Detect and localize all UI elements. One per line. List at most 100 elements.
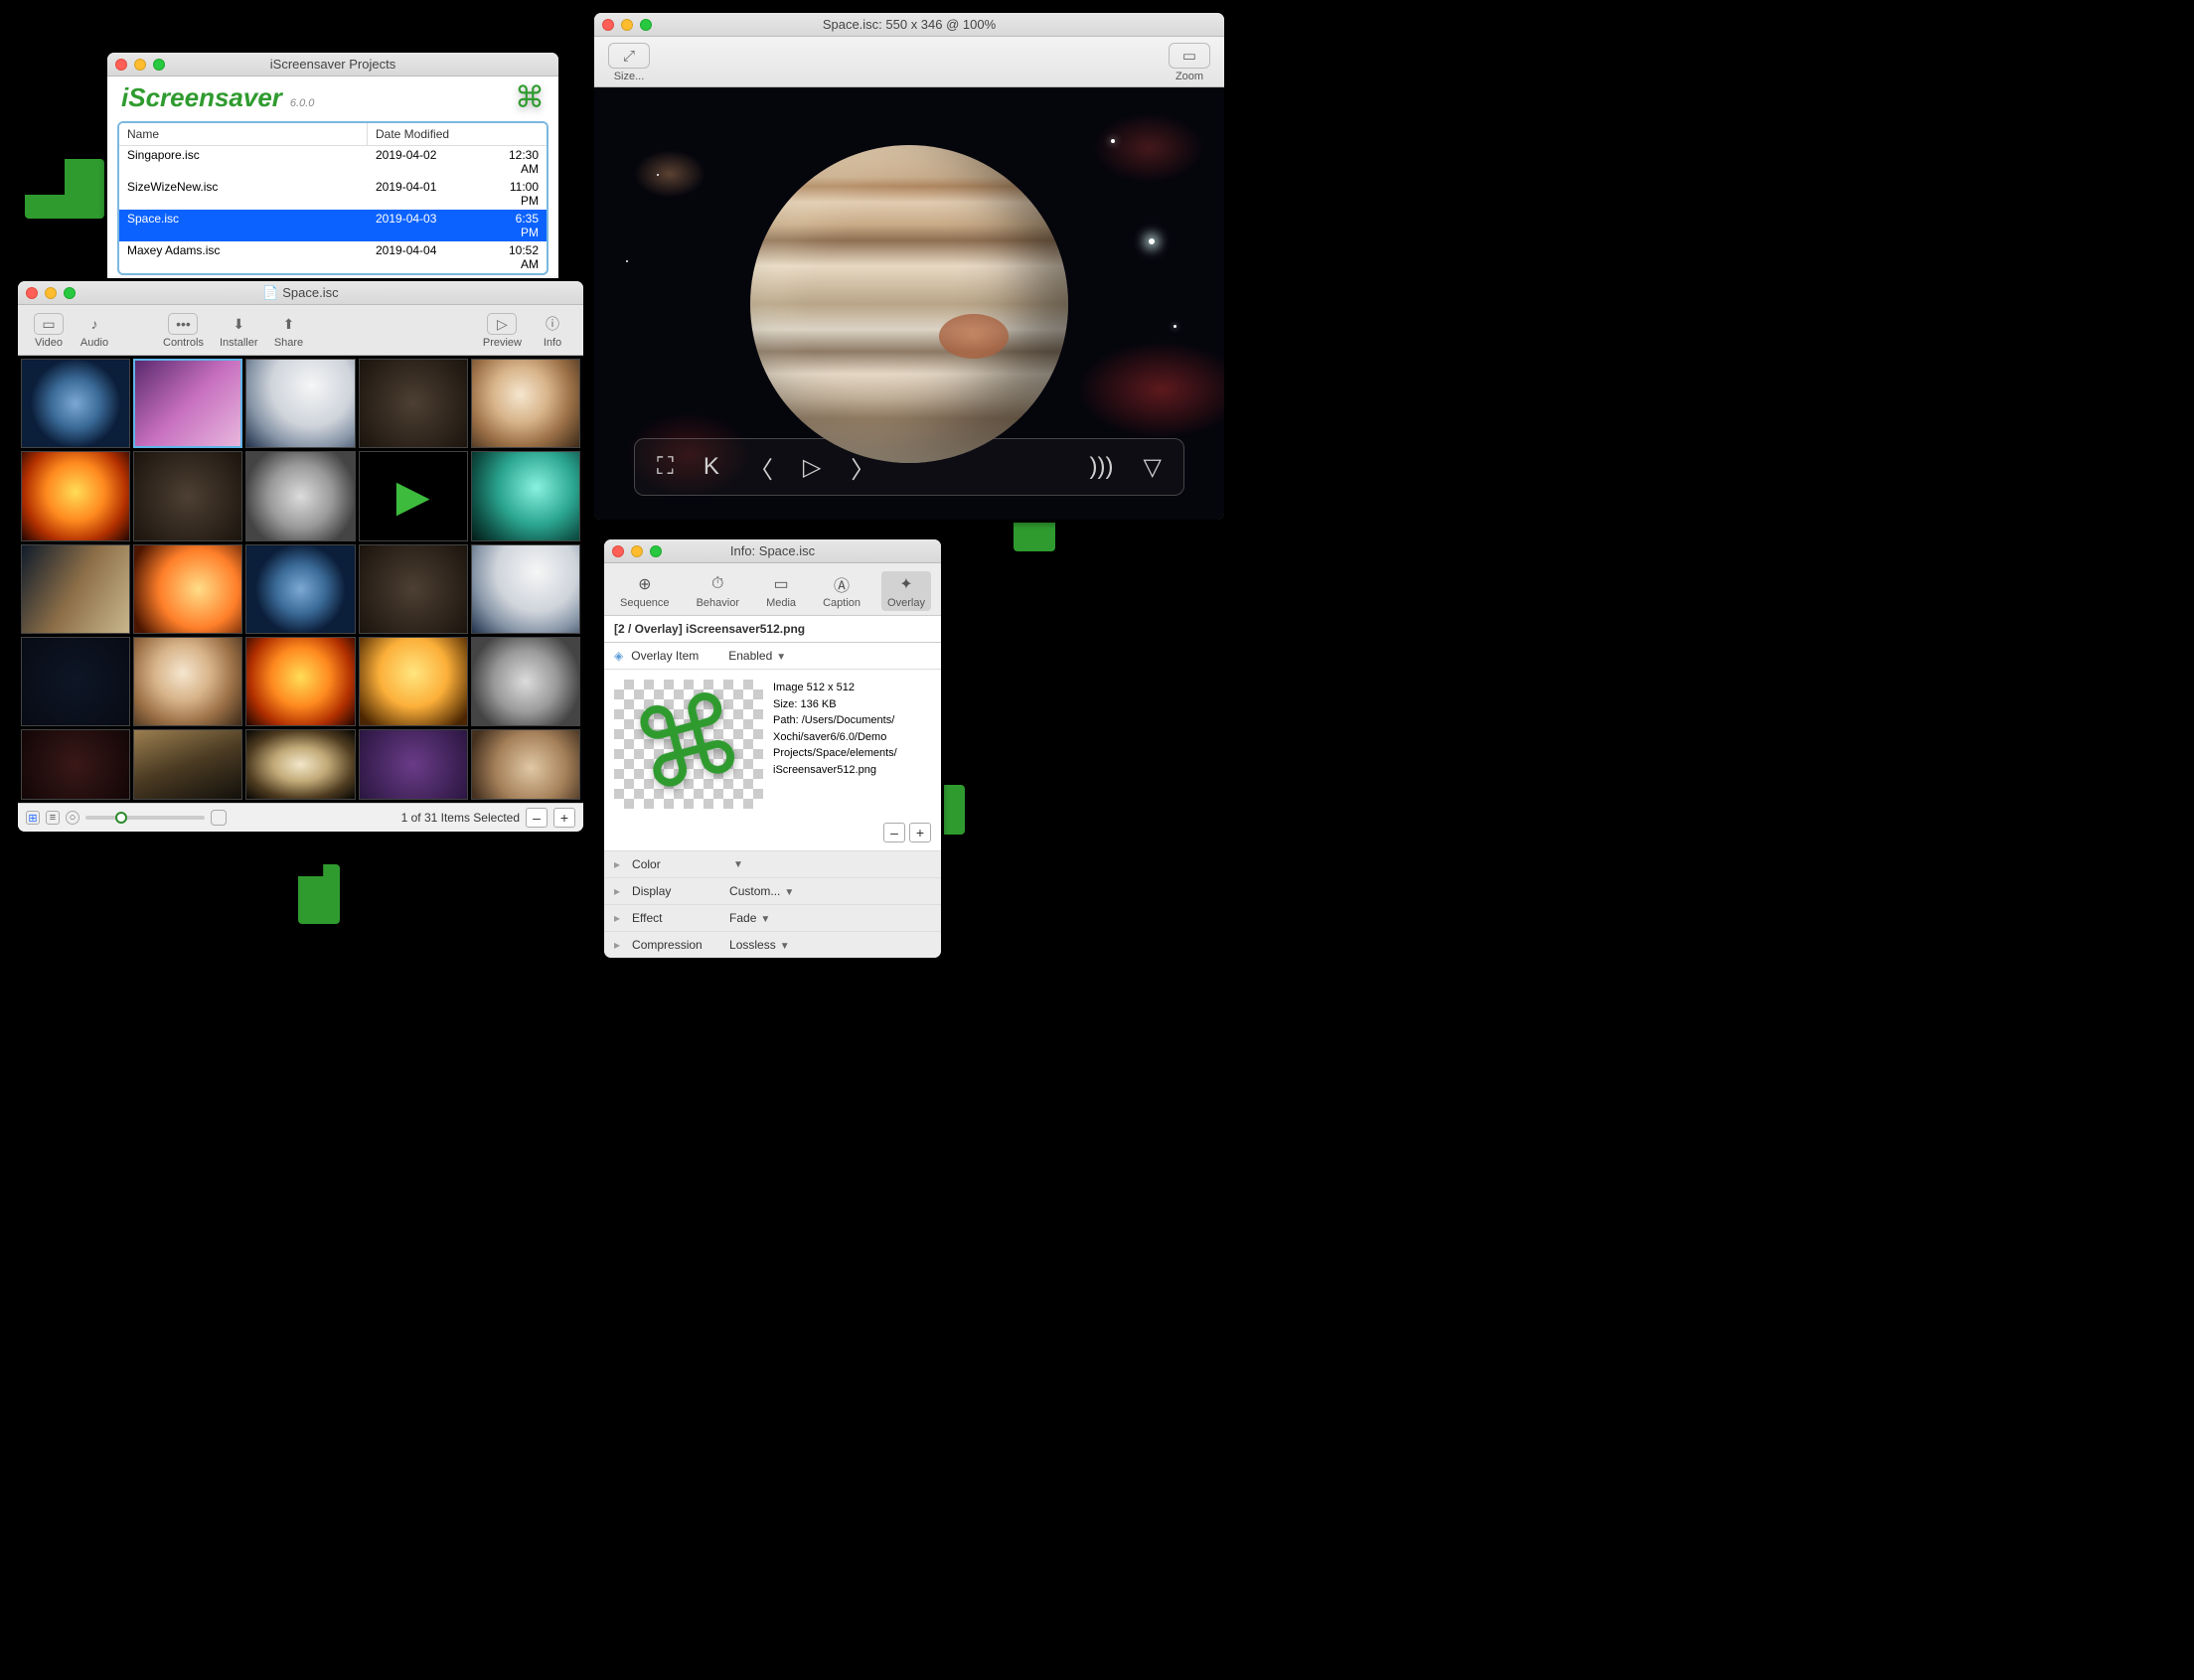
thumbnail[interactable]: crop_p_color2_enhanced_release-crop.png xyxy=(471,359,580,448)
tab-controls[interactable]: •••Controls xyxy=(157,311,210,351)
titlebar[interactable]: Space.isc: 550 x 346 @ 100% xyxy=(594,13,1224,37)
step-marker xyxy=(298,864,340,924)
status-bar: ⊞ ≡ ○ 1 of 31 Items Selected – + xyxy=(18,803,583,832)
fullscreen-icon[interactable]: ⛶ xyxy=(657,453,674,481)
thumbnail[interactable]: crop_p_color2_enhanced_release-crop.png xyxy=(133,637,242,726)
minimize-icon[interactable] xyxy=(134,59,146,71)
tab-caption[interactable]: ⒶCaption xyxy=(817,571,866,611)
tab-video[interactable]: ▭Video xyxy=(28,311,70,351)
thumbnail[interactable]: opo0006a.tif xyxy=(133,451,242,540)
add-button[interactable]: + xyxy=(553,808,575,828)
project-row[interactable]: SizeWizeNew.isc 2019-04-01 11:00 PM xyxy=(119,178,547,210)
grid-view-icon[interactable]: ⊞ xyxy=(26,811,40,825)
minimize-icon[interactable] xyxy=(621,19,633,31)
row-compression[interactable]: Compression xyxy=(632,938,721,952)
thumb-size-slider[interactable] xyxy=(85,816,205,820)
titlebar[interactable]: 📄 Space.isc xyxy=(18,281,583,305)
thumbnail[interactable] xyxy=(359,729,468,800)
display-dropdown[interactable]: Custom...▼ xyxy=(729,884,794,898)
close-icon[interactable] xyxy=(612,545,624,557)
thumbnail[interactable]: 166876main_image_feature_737_ys_full.jpg xyxy=(471,451,580,540)
tab-info[interactable]: ⓘInfo xyxy=(532,311,573,351)
selection-status: 1 of 31 Items Selected xyxy=(401,811,520,825)
project-row[interactable]: Maxey Adams.isc 2019-04-04 10:52 AM xyxy=(119,241,547,273)
thumbnail[interactable]: opo0635a.tif xyxy=(133,359,242,448)
project-row-selected[interactable]: Space.isc 2019-04-03 6:35 PM xyxy=(119,210,547,241)
minimize-icon[interactable] xyxy=(631,545,643,557)
minimize-icon[interactable] xyxy=(45,287,57,299)
tab-media[interactable]: ▭Media xyxy=(760,571,802,611)
thumbnail[interactable]: 206982main_spitzer_full.jpg xyxy=(21,544,130,634)
effect-dropdown[interactable]: Fade▼ xyxy=(729,911,770,925)
knot-icon: ⌘ xyxy=(622,678,756,812)
preview-canvas: ⛶ K 〈 ▷ 〉 ))) ▽ xyxy=(594,87,1224,520)
window-title: Space.isc: 550 x 346 @ 100% xyxy=(594,17,1224,32)
thumbnail[interactable]: globe_east_2048.png xyxy=(245,544,355,634)
tab-installer[interactable]: ⬇︎Installer xyxy=(214,311,264,351)
thumbnail[interactable]: a by NASA, ESA, the Team (STScI/AURA), a… xyxy=(359,359,468,448)
overlay-header: [2 / Overlay] iScreensaver512.png xyxy=(604,615,941,643)
row-color[interactable]: Color xyxy=(632,857,721,871)
shield-icon[interactable]: ▽ xyxy=(1144,453,1162,482)
zoom-button[interactable]: ▭Zoom xyxy=(1169,43,1210,82)
zoom-icon[interactable] xyxy=(64,287,76,299)
close-icon[interactable] xyxy=(602,19,614,31)
tab-audio[interactable]: ♪Audio xyxy=(74,311,115,351)
window-title: iScreensaver Projects xyxy=(107,57,558,72)
zoom-icon[interactable] xyxy=(650,545,662,557)
tab-preview[interactable]: ▷Preview xyxy=(477,311,528,351)
thumbnail[interactable]: 168532main_image_feature_752_ys_full.jpg xyxy=(133,544,242,634)
thumbnail[interactable]: 10996_2012_Venus_Transit_h264_960x540_29… xyxy=(245,637,355,726)
overlay-item-label: Overlay Item xyxy=(631,649,720,663)
overlay-enabled-dropdown[interactable]: Enabled▼ xyxy=(728,649,786,663)
thumbnail[interactable]: 281521main_flyby2_20081007_226.png xyxy=(471,637,580,726)
thumbnail[interactable] xyxy=(21,729,130,800)
preview-window: Space.isc: 550 x 346 @ 100% ⤢Size... ▭Zo… xyxy=(591,10,1227,523)
play-icon[interactable]: ▷ xyxy=(803,453,821,482)
volume-icon[interactable]: ))) xyxy=(1090,453,1114,481)
overlay-meta: Image 512 x 512 Size: 136 KB Path: /User… xyxy=(773,680,897,809)
col-name[interactable]: Name xyxy=(119,123,368,145)
tab-sequence[interactable]: ⊕Sequence xyxy=(614,571,676,611)
col-date[interactable]: Date Modified xyxy=(368,123,547,145)
thumbnail[interactable]: a by NASA, ESA, the Team (STScI/AURA), a… xyxy=(359,544,468,634)
thumbnail[interactable]: 60130main_image_feature_182_jwfull.jpg xyxy=(471,544,580,634)
editor-window: 📄 Space.isc ▭Video ♪Audio •••Controls ⬇︎… xyxy=(15,278,586,835)
thumbnail[interactable]: 209234main_comacluster_spitzer_0_full.jp… xyxy=(21,637,130,726)
close-icon[interactable] xyxy=(115,59,127,71)
slider-max-icon xyxy=(211,810,227,826)
thumbnail[interactable] xyxy=(471,729,580,800)
thumbnail[interactable]: 168785main_feature_755_ys_full.jpg xyxy=(359,637,468,726)
project-list: Name Date Modified Singapore.isc 2019-04… xyxy=(117,121,548,275)
remove-button[interactable]: – xyxy=(526,808,548,828)
brand-name: iScreensaver xyxy=(121,82,282,113)
step-marker xyxy=(25,159,104,219)
project-row[interactable]: Singapore.isc 2019-04-02 12:30 AM xyxy=(119,146,547,178)
thumbnail[interactable] xyxy=(133,729,242,800)
row-effect[interactable]: Effect xyxy=(632,911,721,925)
thumbnail[interactable]: ▶planetAnimPOT2.glb xyxy=(359,451,468,540)
tab-overlay[interactable]: ✦Overlay xyxy=(881,571,931,611)
first-icon[interactable]: K xyxy=(704,453,719,481)
overlay-remove-button[interactable]: – xyxy=(883,823,905,842)
tab-behavior[interactable]: ⏱Behavior xyxy=(691,571,745,611)
thumbnail[interactable]: 618486main_earth_2048.png xyxy=(21,359,130,448)
prev-icon[interactable]: 〈 xyxy=(749,450,773,485)
titlebar[interactable]: iScreensaver Projects xyxy=(107,53,558,76)
compression-dropdown[interactable]: Lossless▼ xyxy=(729,938,790,952)
brand-version: 6.0.0 xyxy=(290,97,314,109)
list-view-icon[interactable]: ≡ xyxy=(46,811,60,825)
row-display[interactable]: Display xyxy=(632,884,721,898)
thumbnail[interactable]: 60130main_image_feature_182_jwfull.jpg xyxy=(245,359,355,448)
titlebar[interactable]: Info: Space.isc xyxy=(604,539,941,563)
overlay-image-preview: ⌘ xyxy=(614,680,763,809)
close-icon[interactable] xyxy=(26,287,38,299)
tab-share[interactable]: ⬆︎Share xyxy=(268,311,310,351)
overlay-add-button[interactable]: + xyxy=(909,823,931,842)
thumbnail[interactable]: 168532main_im xyxy=(245,729,355,800)
zoom-icon[interactable] xyxy=(153,59,165,71)
size-button[interactable]: ⤢Size... xyxy=(608,43,650,82)
thumbnail[interactable]: 10996_2012_Venus_Transit_h264_960x540_29… xyxy=(21,451,130,540)
zoom-icon[interactable] xyxy=(640,19,652,31)
thumbnail[interactable]: 281521main_flyby2_20081007_226.png xyxy=(245,451,355,540)
